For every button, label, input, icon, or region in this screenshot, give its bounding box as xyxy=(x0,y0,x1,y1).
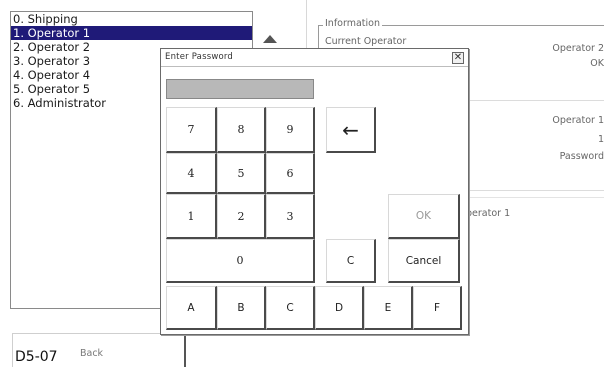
key-a-button[interactable]: A xyxy=(166,286,217,330)
key-e-button[interactable]: E xyxy=(364,286,413,330)
backspace-button[interactable]: ← xyxy=(326,107,376,153)
current-operator-value: Operator 2 xyxy=(552,43,604,54)
key-7-button[interactable]: 7 xyxy=(166,107,217,153)
key-f-button[interactable]: F xyxy=(413,286,462,330)
key-b-button[interactable]: B xyxy=(217,286,266,330)
back-button-label: Back xyxy=(80,348,104,359)
cancel-button[interactable]: Cancel xyxy=(388,239,460,283)
screen-code-label: D5-07 xyxy=(15,349,58,365)
scroll-up-icon[interactable] xyxy=(262,32,278,48)
status-value: OK xyxy=(590,58,604,69)
close-icon[interactable]: ✕ xyxy=(452,52,464,64)
status-operator-text: perator 1 xyxy=(466,208,511,219)
detail-number-value: 1 xyxy=(597,134,604,145)
detail-password-label: Password xyxy=(559,151,604,162)
key-d-button[interactable]: D xyxy=(315,286,364,330)
information-legend: Information xyxy=(323,18,382,29)
dialog-title: Enter Password xyxy=(165,52,234,62)
key-9-button[interactable]: 9 xyxy=(266,107,315,153)
key-4-button[interactable]: 4 xyxy=(166,153,217,194)
key-5-button[interactable]: 5 xyxy=(217,153,266,194)
key-c-button[interactable]: C xyxy=(266,286,315,330)
key-0-button[interactable]: 0 xyxy=(166,239,315,283)
current-operator-label: Current Operator xyxy=(325,36,407,47)
clear-button[interactable]: C xyxy=(326,239,376,283)
password-dialog: Enter Password ✕ 7 8 9 ← 4 5 6 1 2 3 OK … xyxy=(160,48,469,335)
list-item[interactable]: 1. Operator 1 xyxy=(11,26,252,40)
key-8-button[interactable]: 8 xyxy=(217,107,266,153)
key-3-button[interactable]: 3 xyxy=(266,194,315,239)
detail-operator-value: Operator 1 xyxy=(552,115,604,126)
ok-button[interactable]: OK xyxy=(388,194,460,239)
list-item[interactable]: 0. Shipping xyxy=(11,12,252,26)
password-input[interactable] xyxy=(166,79,314,99)
key-6-button[interactable]: 6 xyxy=(266,153,315,194)
key-1-button[interactable]: 1 xyxy=(166,194,217,239)
key-2-button[interactable]: 2 xyxy=(217,194,266,239)
